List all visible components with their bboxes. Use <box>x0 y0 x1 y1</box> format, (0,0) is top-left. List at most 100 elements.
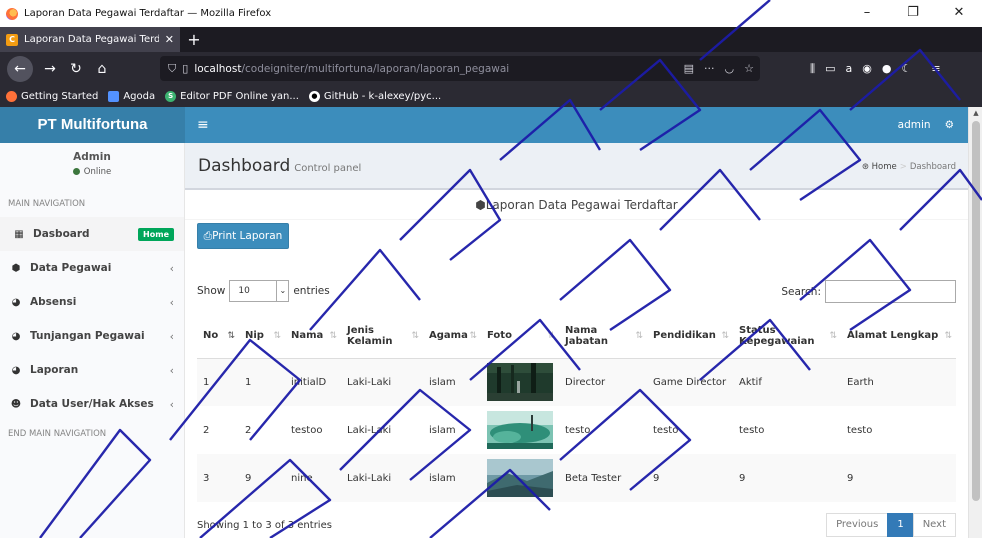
maximize-button[interactable]: ❐ <box>890 0 936 27</box>
window-titlebar: Laporan Data Pegawai Terdaftar — Mozilla… <box>0 0 982 27</box>
breadcrumb-home[interactable]: Home <box>872 162 897 172</box>
page-title: Dashboard Control panel <box>198 156 362 176</box>
firefox-bookmark-icon <box>6 90 17 102</box>
content-header: Dashboard Control panel ⊛ Home > Dashboard <box>185 143 968 188</box>
column-header-alamat-lengkap[interactable]: Alamat Lengkap ⇅ <box>841 314 956 359</box>
pdf-editor-icon: S <box>165 90 177 102</box>
minimize-button[interactable]: – <box>844 0 890 27</box>
table-info: Showing 1 to 3 of 3 entries <box>197 520 332 531</box>
search-control: Search: <box>781 280 956 303</box>
entries-select[interactable]: 10 ⌄ <box>229 280 290 302</box>
column-header-no[interactable]: No ⇅ <box>197 314 239 359</box>
close-window-button[interactable]: ✕ <box>936 0 982 27</box>
toolbar-icons: ⫼ ▭ a ◉ ● ☾ ≡ <box>810 52 941 85</box>
extension-icon[interactable]: ● <box>882 62 892 75</box>
employee-photo <box>487 411 553 449</box>
column-header-nama-jabatan[interactable]: Nama Jabatan ⇅ <box>559 314 647 359</box>
column-header-nip[interactable]: Nip ⇅ <box>239 314 285 359</box>
table-row: 1 1 initialD Laki-Laki islam Director Ga… <box>197 358 956 406</box>
bookmark-agoda[interactable]: Agoda <box>108 90 155 102</box>
page-scrollbar[interactable]: ▲ <box>968 107 982 538</box>
amazon-extension-icon[interactable]: a <box>845 62 852 75</box>
sidebar-item-tunjangan-pegawai[interactable]: ◕ Tunjangan Pegawai ‹ <box>0 319 184 353</box>
cubes-icon: ⬢ <box>11 262 21 274</box>
tracking-shield-icon[interactable]: ⛉ <box>168 62 176 76</box>
sidebar-item-data-pegawai[interactable]: ⬢ Data Pegawai ‹ <box>0 251 184 285</box>
user-panel: Admin Online <box>0 143 184 191</box>
sort-icon: ⇅ <box>273 330 281 341</box>
sidebar-item-dasboard[interactable]: ▦ Dasboard Home <box>0 217 184 251</box>
sort-icon: ⇅ <box>547 330 555 341</box>
browser-tab[interactable]: C Laporan Data Pegawai Terdaftar ✕ <box>0 27 180 52</box>
chevron-left-icon: ‹ <box>169 329 174 343</box>
top-navbar: ≡ admin ⚙ <box>185 107 968 143</box>
pagination-page-1[interactable]: 1 <box>887 513 914 537</box>
bookmark-editor-pdf[interactable]: S Editor PDF Online yan... <box>165 90 299 102</box>
user-menu[interactable]: admin ⚙ <box>898 107 954 143</box>
forward-arrow-icon[interactable]: → <box>37 56 63 82</box>
settings-gears-icon[interactable]: ⚙ <box>945 107 954 143</box>
user-menu-label[interactable]: admin <box>898 107 931 143</box>
close-tab-icon[interactable]: ✕ <box>165 33 174 46</box>
pocket-icon[interactable]: ◡ <box>725 62 735 75</box>
sort-icon: ⇅ <box>411 330 419 341</box>
tab-label: Laporan Data Pegawai Terdaftar <box>24 34 159 45</box>
reload-icon[interactable]: ↻ <box>63 56 89 82</box>
column-header-agama[interactable]: Agama ⇅ <box>423 314 481 359</box>
sidebar-item-laporan[interactable]: ◕ Laporan ‹ <box>0 353 184 387</box>
moon-extension-icon[interactable]: ☾ <box>901 62 911 75</box>
account-icon[interactable]: ◉ <box>862 62 872 75</box>
sort-asc-icon: ⇅ <box>227 330 235 341</box>
bookmark-star-icon[interactable]: ☆ <box>744 62 754 75</box>
reader-view-icon[interactable]: ▤ <box>684 62 694 75</box>
search-input[interactable] <box>825 280 956 303</box>
content-wrapper: Dashboard Control panel ⊛ Home > Dashboard … <box>185 143 968 538</box>
print-report-button[interactable]: ⎙Print Laporan <box>197 223 289 249</box>
column-header-nama[interactable]: Nama ⇅ <box>285 314 341 359</box>
agoda-icon <box>108 90 120 102</box>
sidebar-toggle-icon[interactable]: ≡ <box>197 107 209 143</box>
sidebar-icon[interactable]: ▭ <box>825 62 835 75</box>
scroll-up-arrow-icon[interactable]: ▲ <box>969 107 982 119</box>
table-header-row: No ⇅ Nip ⇅ Nama ⇅ Jenis Kelamin ⇅ Agama ⇅ Fot… <box>197 314 956 359</box>
new-tab-button[interactable]: + <box>180 27 208 52</box>
sort-icon: ⇅ <box>721 330 729 341</box>
bookmarks-bar: Getting Started Agoda S Editor PDF Online… <box>0 85 982 107</box>
sidebar-item-absensi[interactable]: ◕ Absensi ‹ <box>0 285 184 319</box>
sidebar-item-data-user[interactable]: ☻ Data User/Hak Akses ‹ <box>0 387 184 421</box>
chevron-left-icon: ‹ <box>169 363 174 377</box>
report-box: ⬢Laporan Data Pegawai Terdaftar ⎙Print L… <box>185 188 968 538</box>
column-header-pendidikan[interactable]: Pendidikan ⇅ <box>647 314 733 359</box>
url-bar[interactable]: ⛉ ▯ localhost /codeigniter/multifortuna/… <box>160 56 760 81</box>
page-actions-icon[interactable]: ··· <box>704 62 715 75</box>
chevron-down-icon: ⌄ <box>276 281 288 301</box>
menu-icon[interactable]: ≡ <box>931 62 940 75</box>
employee-photo <box>487 459 553 497</box>
home-badge: Home <box>138 227 174 241</box>
pagination-next[interactable]: Next <box>912 513 956 537</box>
brand-logo[interactable]: PT Multifortuna <box>0 107 185 143</box>
library-icon[interactable]: ⫼ <box>810 62 815 76</box>
user-status: Online <box>0 167 184 177</box>
scrollbar-thumb[interactable] <box>972 121 980 501</box>
sort-icon: ⇅ <box>329 330 337 341</box>
chevron-left-icon: ‹ <box>169 261 174 275</box>
url-path: /codeigniter/multifortuna/laporan/lapora… <box>241 62 510 75</box>
cubes-icon: ⬢ <box>475 198 486 212</box>
home-icon[interactable]: ⌂ <box>89 56 115 82</box>
employee-table: No ⇅ Nip ⇅ Nama ⇅ Jenis Kelamin ⇅ Agama ⇅ Fot… <box>197 314 956 502</box>
page-info-icon[interactable]: ▯ <box>182 62 188 75</box>
pie-chart-icon: ◕ <box>11 364 21 376</box>
sort-icon: ⇅ <box>944 330 952 341</box>
pagination-previous[interactable]: Previous <box>826 513 889 537</box>
page-subtitle: Control panel <box>294 163 362 174</box>
bookmark-getting-started[interactable]: Getting Started <box>6 90 98 102</box>
column-header-status-kepegawaian[interactable]: Status Kepegawaian ⇅ <box>733 314 841 359</box>
bookmark-github[interactable]: ● GitHub - k-alexey/pyc... <box>308 90 441 102</box>
dashboard-icon: ⊛ <box>861 162 869 172</box>
column-header-jenis-kelamin[interactable]: Jenis Kelamin ⇅ <box>341 314 423 359</box>
chevron-left-icon: ‹ <box>169 295 174 309</box>
back-arrow-icon[interactable]: ← <box>7 55 33 82</box>
column-header-foto[interactable]: Foto ⇅ <box>481 314 559 359</box>
end-navigation-footer: END MAIN NAVIGATION <box>8 429 107 439</box>
